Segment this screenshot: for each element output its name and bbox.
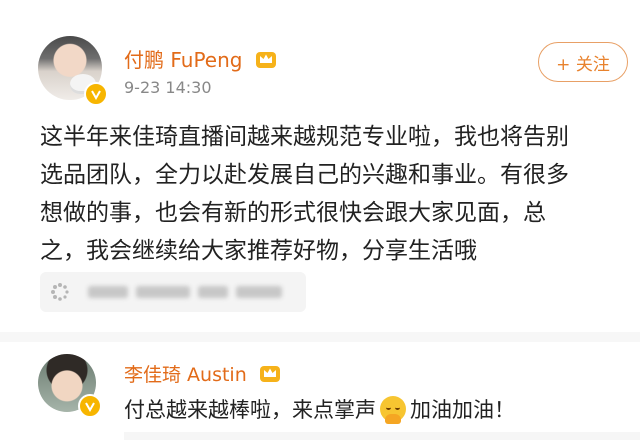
blurred-text <box>88 286 128 298</box>
post-text-line: 之，我会继续给大家推荐好物，分享生活哦 <box>40 238 477 264</box>
link-card[interactable] <box>40 272 306 312</box>
post-time: 9-23 14:30 <box>124 78 212 97</box>
comment-footer-strip <box>124 432 640 440</box>
comment-text-part: 付总越来越棒啦，来点掌声 <box>124 398 376 422</box>
post-text-line: 这半年来佳琦直播间越来越规范专业啦，我也将告别 <box>40 124 569 150</box>
vip-crown-icon <box>259 366 280 382</box>
clapping-emoji-icon <box>380 396 406 424</box>
blurred-text <box>236 286 282 298</box>
comment-author-name-text[interactable]: 李佳琦 Austin <box>124 364 247 386</box>
link-spinner-icon <box>51 283 69 301</box>
verified-badge-icon <box>78 394 102 418</box>
follow-button[interactable]: + 关注 <box>538 42 628 82</box>
post-text: 这半年来佳琦直播间越来越规范专业啦，我也将告别 选品团队，全力以赴发展自己的兴趣… <box>40 118 632 270</box>
verified-badge-icon <box>84 82 108 106</box>
post-text-line: 选品团队，全力以赴发展自己的兴趣和事业。有很多 <box>40 162 569 188</box>
vip-crown-icon <box>255 52 276 68</box>
post-author-avatar[interactable] <box>38 36 108 106</box>
blurred-text <box>136 286 190 298</box>
blurred-text <box>198 286 228 298</box>
post-author-name-text[interactable]: 付鹏 FuPeng <box>124 48 242 72</box>
comment-author-name[interactable]: 李佳琦 Austin <box>124 360 281 387</box>
section-divider <box>0 332 640 342</box>
post-author-name[interactable]: 付鹏 FuPeng <box>124 44 277 73</box>
comment-text-part: 加油加油！ <box>410 398 515 422</box>
post-text-line: 想做的事，也会有新的形式很快会跟大家见面，总 <box>40 200 546 226</box>
comment-text: 付总越来越棒啦，来点掌声 加油加油！ <box>124 394 515 424</box>
comment-author-avatar[interactable] <box>38 354 102 418</box>
